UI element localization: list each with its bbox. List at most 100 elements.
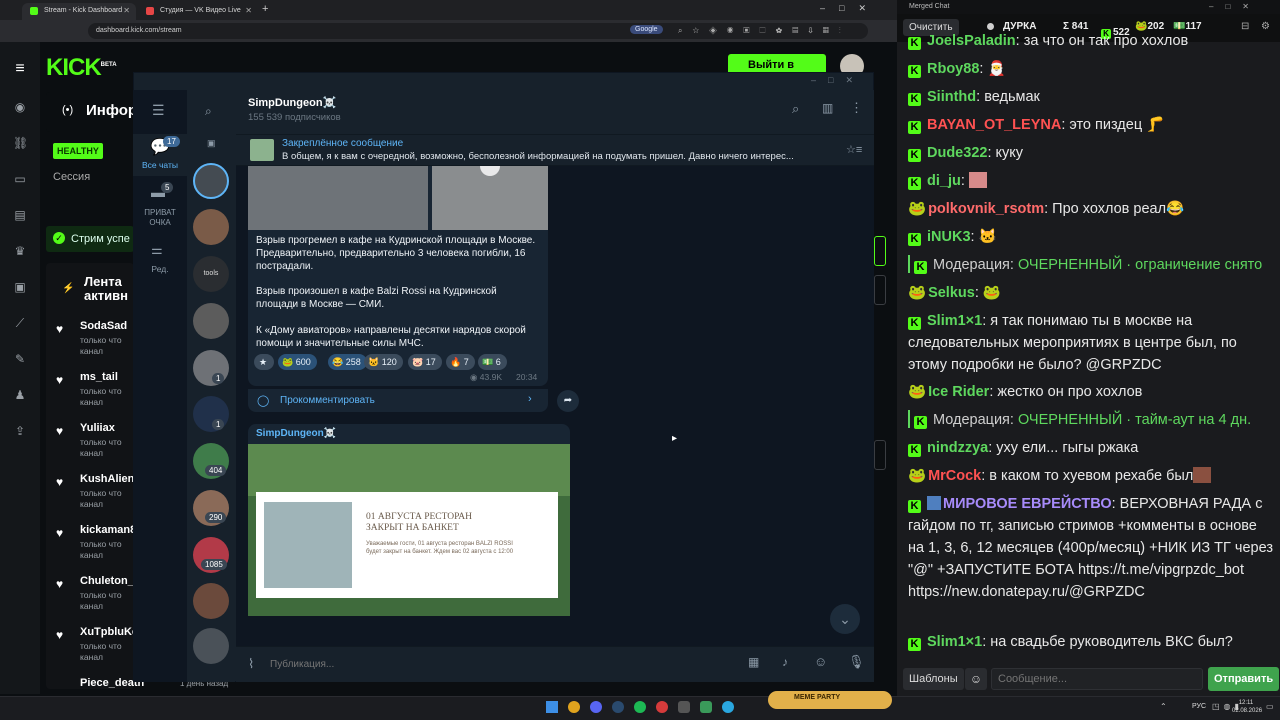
feed-item[interactable]: ♥ kickaman8 только что канал — [54, 524, 144, 572]
reaction-chip[interactable]: 🔥 7 — [446, 354, 475, 370]
post-author[interactable]: SimpDungeon☠️ — [256, 428, 336, 439]
folder-private[interactable]: ▬ 5 ПРИВАТ ОЧКА — [133, 182, 187, 230]
clock[interactable]: 12:11 02.08.2026 — [1232, 699, 1262, 715]
chat-username[interactable]: Dude322 — [927, 145, 987, 161]
users-icon[interactable]: ♟ — [13, 388, 27, 402]
emoji-icon[interactable]: ☺ — [965, 668, 987, 690]
reaction-chip[interactable]: 🐸 600 — [278, 354, 317, 370]
search-icon[interactable]: ⌕ — [205, 104, 212, 119]
more-icon[interactable]: ⋮ — [850, 100, 863, 116]
chat-username[interactable]: BAYAN_OT_LEYNA — [927, 117, 1061, 133]
chat-username[interactable]: iNUK3 — [927, 229, 971, 245]
app-icon[interactable] — [656, 701, 668, 713]
templates-button[interactable]: Шаблоны — [903, 668, 964, 690]
app-icon[interactable] — [678, 701, 690, 713]
tray-icons[interactable]: ⌃ — [1160, 702, 1167, 711]
chat-username[interactable]: Siinthd — [927, 89, 976, 105]
chat-avatar[interactable] — [193, 303, 229, 339]
notification-icon[interactable]: ▭ — [1266, 702, 1274, 711]
upload-icon[interactable]: ⇪ — [13, 424, 27, 438]
feed-item[interactable]: ♥ Chuleton_ только что канал — [54, 575, 144, 623]
reaction-chip[interactable]: 🐱 120 — [364, 354, 403, 370]
chat-username[interactable]: nindzzya — [927, 440, 988, 456]
new-tab-icon[interactable]: + — [262, 3, 268, 15]
folder-edit[interactable]: ⚌ Ред. — [133, 240, 187, 280]
app-icon[interactable] — [700, 701, 712, 713]
post-image[interactable]: 01 АВГУСТА РЕСТОРАН ЗАКРЫТ НА БАНКЕТ Ува… — [248, 444, 570, 616]
post-input[interactable] — [270, 655, 710, 673]
reaction-chip[interactable]: 💵 6 — [478, 354, 507, 370]
archive-icon[interactable]: ▣ — [207, 138, 216, 149]
chat-avatar[interactable] — [193, 396, 229, 432]
chat-avatar[interactable] — [193, 163, 229, 199]
feed-item[interactable]: ♥ XuTpbluKo только что канал — [54, 626, 144, 674]
spotify-icon[interactable] — [634, 701, 646, 713]
chat-avatar[interactable]: tools — [193, 256, 229, 292]
kick-logo[interactable]: KICKBETA — [46, 54, 117, 82]
window-icon[interactable]: ▭ — [13, 172, 27, 186]
start-icon[interactable] — [546, 701, 558, 713]
menu-icon[interactable]: ≡ — [13, 61, 27, 77]
emoji-icon[interactable]: ☺ — [814, 654, 827, 669]
pin-list-icon[interactable]: ☆≡ — [846, 143, 862, 156]
schedule-icon[interactable]: ▦ — [748, 655, 759, 669]
chat-username[interactable]: Selkus — [928, 285, 975, 301]
chat-username[interactable]: Slim1×1 — [927, 313, 982, 329]
telegram-icon[interactable] — [722, 701, 734, 713]
comment-button[interactable]: ◯ Прокомментировать › — [248, 388, 548, 412]
chat-username[interactable]: МИРОВОЕ ЕВРЕЙСТВО — [943, 496, 1112, 512]
search-engine-chip[interactable]: Google — [630, 25, 663, 34]
meme-party-widget[interactable]: MEME PARTY — [768, 691, 892, 709]
post-photo[interactable] — [248, 166, 428, 230]
steam-icon[interactable] — [612, 701, 624, 713]
window-controls[interactable]: –□✕ — [1209, 2, 1261, 11]
language-indicator[interactable]: РУС — [1192, 703, 1206, 710]
analytics-icon[interactable]: ▤ — [13, 208, 27, 222]
chat-username[interactable]: Ice Rider — [928, 384, 989, 400]
chat-avatar[interactable] — [193, 583, 229, 619]
sidebar-icon[interactable]: ▥ — [822, 101, 833, 115]
chat-avatar[interactable] — [193, 628, 229, 664]
search-icon[interactable]: ⌕ — [792, 101, 799, 117]
feed-item[interactable]: ♥ Yuliiax только что канал — [54, 422, 144, 470]
chat-username[interactable]: di_ju — [927, 173, 961, 189]
close-icon[interactable]: ✕ — [245, 6, 252, 15]
chat-username[interactable]: polkovnik_rsotm — [928, 201, 1044, 217]
chat-avatar[interactable] — [193, 350, 229, 386]
microphone-icon[interactable]: 🎙 — [848, 654, 865, 670]
stream-icon[interactable]: ◉ — [13, 100, 27, 114]
chat-username[interactable]: MrCock — [928, 468, 981, 484]
share-icon[interactable]: ➦ — [557, 390, 579, 412]
star-reaction-icon[interactable]: ★ — [254, 354, 274, 370]
feed-item[interactable]: ♥ KushAlien только что канал — [54, 473, 144, 521]
url-input[interactable]: dashboard.kick.com/stream Google ⌕☆◈◉▣⬚✿… — [88, 23, 868, 39]
chart-icon[interactable]: ⟋ — [13, 316, 27, 330]
chat-username[interactable]: Slim1×1 — [927, 634, 982, 650]
chat-avatar[interactable] — [193, 209, 229, 245]
media-icon[interactable]: ▣ — [13, 280, 27, 294]
post-video[interactable] — [432, 166, 548, 230]
extension-icons[interactable]: ⌕☆◈◉▣⬚✿▤⇩▦⋮ — [678, 26, 851, 36]
scroll-down-icon[interactable]: ⌄ — [830, 604, 860, 634]
chrome-icon[interactable] — [568, 701, 580, 713]
reaction-chip[interactable]: 🐷 17 — [408, 354, 442, 370]
channel-header[interactable]: SimpDungeon☠️ 155 539 подписчиков ⌕ ▥ ⋮ — [236, 90, 874, 134]
attach-icon[interactable]: ⌇ — [248, 656, 254, 672]
feed-item[interactable]: ♥ ms_tail только что канал — [54, 371, 144, 419]
feed-item[interactable]: ♥ SodaSad только что канал — [54, 320, 144, 368]
link-icon[interactable]: ⛓ — [13, 136, 28, 150]
bell-icon[interactable]: ♪ — [782, 655, 788, 669]
window-controls[interactable]: –□✕ — [811, 75, 865, 86]
send-button[interactable]: Отправить — [1208, 667, 1280, 691]
tab-kick-dashboard[interactable]: Stream - Kick Dashboard ✕ — [22, 3, 136, 20]
reaction-chip[interactable]: 😂 258 — [328, 354, 367, 370]
message-input[interactable] — [991, 668, 1203, 690]
chat-username[interactable]: JoelsPaladin — [927, 33, 1016, 49]
window-controls[interactable]: –□✕ — [820, 3, 880, 14]
discord-icon[interactable] — [590, 701, 602, 713]
folder-all-chats[interactable]: 💬 17 Все чаты — [133, 134, 187, 176]
close-icon[interactable]: ✕ — [123, 6, 130, 15]
tab-vk-studio[interactable]: Студия — VK Видео Live ✕ — [138, 3, 258, 20]
chat-username[interactable]: Rboy88 — [927, 61, 979, 77]
trophy-icon[interactable]: ♛ — [13, 244, 27, 258]
